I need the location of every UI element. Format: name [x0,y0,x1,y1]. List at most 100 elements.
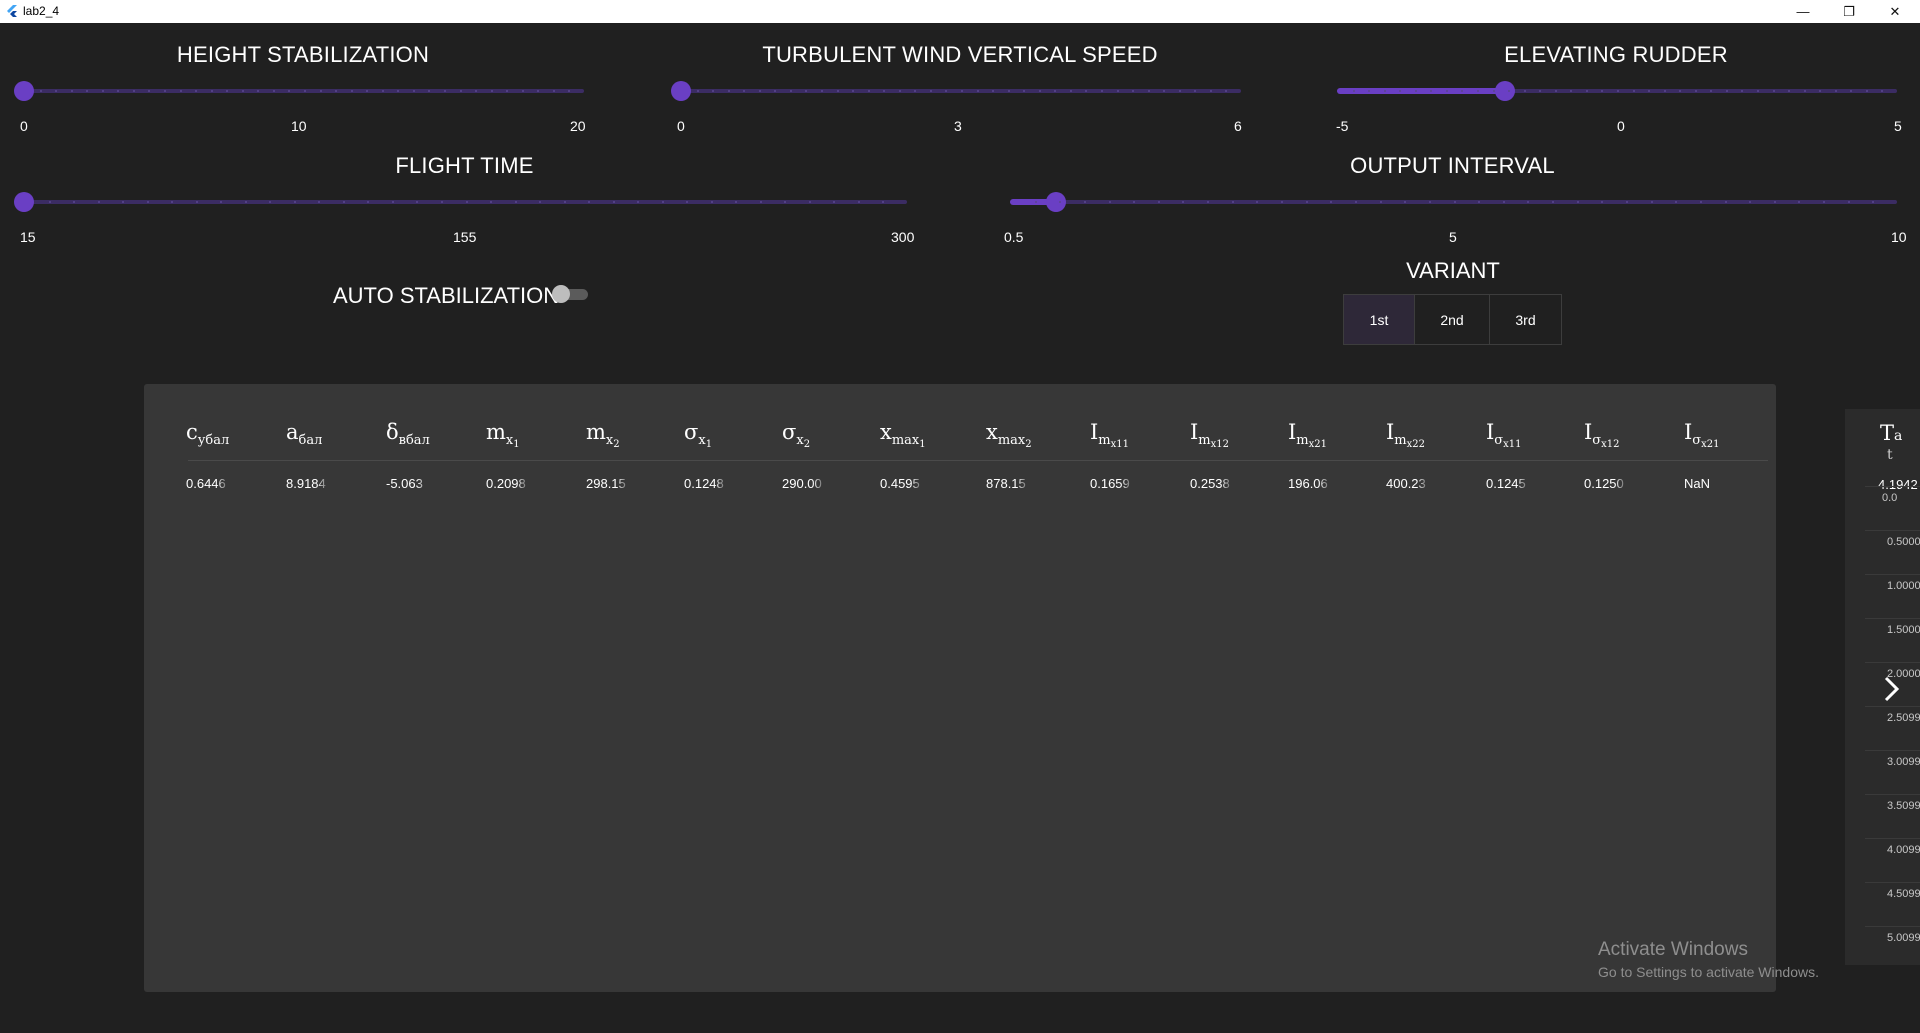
variant-option-1st[interactable]: 1st [1344,295,1415,344]
slider-tick [1724,201,1727,203]
column-header[interactable]: Imx21 [1288,420,1327,450]
slider-tick [1116,90,1119,92]
elevating-rudder-title: ELEVATING RUDDER [1504,42,1728,67]
column-header[interactable]: Iσx12 [1584,420,1620,450]
variant-option-3rd[interactable]: 3rd [1490,295,1561,344]
toggle-knob [552,285,570,303]
output-interval-slider[interactable]: OUTPUT INTERVAL 0.5 5 10 [1000,153,1907,251]
turbulent-wind-slider[interactable]: TURBULENT WIND VERTICAL SPEED 0 3 6 [671,42,1249,140]
column-header[interactable]: xmax1 [880,420,926,450]
column-header[interactable]: aбал [286,420,322,448]
slider-tick [1554,90,1557,92]
slider-tick [758,90,761,92]
scale-mid-label: 0 [1617,118,1625,134]
time-series-subheader: t [1887,447,1893,463]
column-header[interactable]: mx1 [486,420,520,450]
slider-tick [1502,201,1505,203]
column-header[interactable]: Imx12 [1190,420,1229,450]
table-cell: 0.1248 [684,476,724,491]
table-cell: 0.1250 [1584,476,1624,491]
column-header[interactable]: Imx11 [1090,420,1129,450]
slider-tick [1847,201,1850,203]
chevron-right-icon[interactable] [1879,674,1903,704]
slider-tick [1069,90,1072,92]
slider-tick [1178,90,1181,92]
scale-mid-label: 155 [453,229,477,245]
height-stabilization-slider[interactable]: HEIGHT STABILIZATION 0 10 20 [14,42,592,140]
scale-max-label: 20 [570,118,586,134]
activate-windows-title: Activate Windows [1598,939,1748,960]
column-header[interactable]: δвбал [386,420,430,448]
slider-tick [1231,201,1234,203]
tick-line [1865,750,1920,751]
column-header[interactable]: xmax2 [986,420,1032,450]
slider-tick [1281,201,1284,203]
flight-time-title: FLIGHT TIME [395,153,534,178]
time-tick-label: 0.0 [1882,492,1898,504]
slider-tick [444,90,446,92]
slider-tick [146,201,149,203]
slider-tick [304,90,306,92]
slider-tick [1834,90,1837,92]
column-header[interactable]: σx1 [684,420,712,450]
slider-thumb[interactable] [1046,192,1066,212]
slider-thumb[interactable] [14,192,34,212]
table-cell: 8.9184 [286,476,326,491]
column-header-symbol: σ [782,420,797,444]
tick-line [1865,794,1920,795]
column-header-symbol: x [986,420,998,444]
column-header[interactable]: cубал [186,420,229,448]
tick-line [1865,574,1920,575]
slider-tick [1694,90,1697,92]
slider-tick [808,201,811,203]
slider-thumb[interactable] [1495,81,1515,101]
tick-line [1865,662,1920,663]
time-series-header: Ta [1880,421,1902,445]
elevating-rudder-slider[interactable]: ELEVATING RUDDER -5 0 5 [1327,42,1905,140]
column-header[interactable]: σx2 [782,420,810,450]
scale-max-label: 300 [891,229,915,245]
column-header-subscript: убал [197,433,230,448]
table-cell: 0.1659 [1090,476,1130,491]
slider-tick [759,201,762,203]
slider-tick [1209,90,1212,92]
scale-mid-label: 5 [1449,229,1457,245]
slider-thumb[interactable] [14,81,34,101]
slider-tick [1523,90,1526,92]
column-header[interactable]: Imx22 [1386,420,1425,450]
slider-tick [241,90,244,92]
results-table: cубал aбал δвбал mx1 mx2 σx1 σx2 xmax1 xmax2 Imx1… [144,384,1776,992]
activate-windows-subtitle: Go to Settings to activate Windows. [1598,964,1819,980]
slider-tick [164,90,166,92]
slider-thumb[interactable] [671,81,691,101]
table-cell: 298.15 [586,476,626,491]
slider-tick [710,201,713,203]
flutter-app-icon [7,5,17,17]
slider-tick [1007,90,1010,92]
tick-line [1865,882,1920,883]
table-cell: 0.2538 [1190,476,1230,491]
flight-time-slider[interactable]: FLIGHT TIME 15 155 300 [14,153,915,251]
slider-tick [961,90,963,92]
time-tick-label: 1.0000 [1887,580,1920,592]
scale-min-label: 0 [20,118,28,134]
scale-mid-label: 3 [954,118,962,134]
table-cell: 400.23 [1386,476,1426,491]
column-header[interactable]: Iσx11 [1486,420,1522,450]
slider-tick [836,90,839,92]
column-header-subscript: σ [1592,433,1602,448]
close-button[interactable]: ✕ [1872,0,1918,23]
maximize-button[interactable]: ❐ [1826,0,1872,23]
auto-stabilization-toggle[interactable] [552,285,588,303]
column-header[interactable]: mx2 [586,420,620,450]
column-header[interactable]: Iσx21 [1684,420,1720,450]
slider-tick [350,90,353,92]
slider-tick [1576,201,1579,203]
slider-tick [1354,201,1357,203]
minimize-button[interactable]: — [1780,0,1826,23]
slider-fill [1337,88,1505,94]
variant-title: VARIANT [1406,258,1500,283]
close-icon: ✕ [1889,3,1901,19]
tick-line [1865,706,1920,707]
variant-option-2nd[interactable]: 2nd [1415,295,1490,344]
